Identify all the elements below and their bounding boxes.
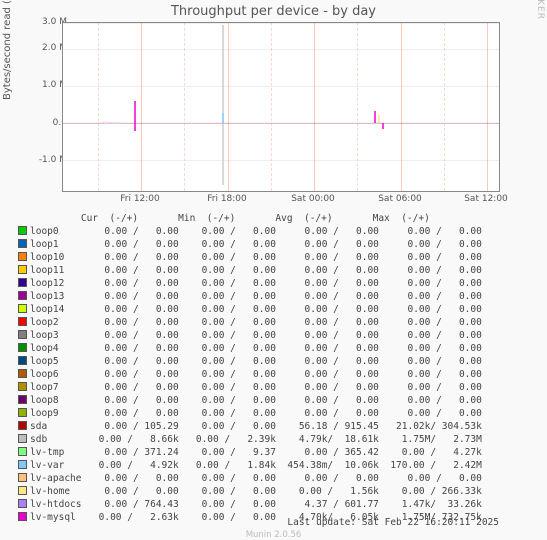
legend-swatch: [18, 252, 27, 261]
plot-area: [62, 22, 500, 192]
legend-row: loop6 0.00 / 0.00 0.00 / 0.00 0.00 / 0.0…: [18, 368, 482, 381]
munin-chart: Throughput per device - by day Bytes/sec…: [0, 0, 547, 539]
legend-row: loop5 0.00 / 0.00 0.00 / 0.00 0.00 / 0.0…: [18, 355, 482, 368]
legend-text: loop11 0.00 / 0.00 0.00 / 0.00 0.00 / 0.…: [30, 265, 482, 276]
legend-swatch: [18, 304, 27, 313]
legend-row: loop10 0.00 / 0.00 0.00 / 0.00 0.00 / 0.…: [18, 251, 482, 264]
legend-header: Cur (-/+) Min (-/+) Avg (-/+) Max (-/+): [18, 212, 482, 225]
legend-text: loop6 0.00 / 0.00 0.00 / 0.00 0.00 / 0.0…: [30, 369, 482, 380]
legend-text: sdb 0.00 / 8.66k 0.00 / 2.39k 4.79k/ 18.…: [30, 434, 482, 445]
legend-swatch: [18, 291, 27, 300]
xtick: Fri 12:00: [120, 194, 160, 204]
legend-text: loop13 0.00 / 0.00 0.00 / 0.00 0.00 / 0.…: [30, 291, 482, 302]
legend-text: loop14 0.00 / 0.00 0.00 / 0.00 0.00 / 0.…: [30, 304, 482, 315]
chart-title: Throughput per device - by day: [0, 4, 547, 19]
legend-text: lv-var 0.00 / 4.92k 0.00 / 1.84k 454.38m…: [30, 460, 482, 471]
legend-text: loop7 0.00 / 0.00 0.00 / 0.00 0.00 / 0.0…: [30, 382, 482, 393]
legend-swatch: [18, 356, 27, 365]
legend-text: loop3 0.00 / 0.00 0.00 / 0.00 0.00 / 0.0…: [30, 330, 482, 341]
legend-swatch: [18, 278, 27, 287]
legend-text: loop10 0.00 / 0.00 0.00 / 0.00 0.00 / 0.…: [30, 252, 482, 263]
legend-row: loop8 0.00 / 0.00 0.00 / 0.00 0.00 / 0.0…: [18, 394, 482, 407]
rrdtool-watermark: RRDTOOL / TOBI OETIKER: [535, 0, 545, 20]
legend-swatch: [18, 499, 27, 508]
legend-text: lv-home 0.00 / 0.00 0.00 / 0.00 0.00 / 1…: [30, 486, 482, 497]
legend-swatch: [18, 512, 27, 521]
xtick: Sat 06:00: [378, 194, 422, 204]
xtick: Sat 12:00: [464, 194, 508, 204]
legend-swatch: [18, 434, 27, 443]
legend-row: lv-var 0.00 / 4.92k 0.00 / 1.84k 454.38m…: [18, 459, 482, 472]
legend-row: loop13 0.00 / 0.00 0.00 / 0.00 0.00 / 0.…: [18, 290, 482, 303]
legend-text: loop0 0.00 / 0.00 0.00 / 0.00 0.00 / 0.0…: [30, 226, 482, 237]
legend-text: sda 0.00 / 105.29 0.00 / 0.00 56.18 / 91…: [30, 421, 482, 432]
legend-text: lv-apache 0.00 / 0.00 0.00 / 0.00 0.00 /…: [30, 473, 482, 484]
legend-swatch: [18, 460, 27, 469]
legend-row: sda 0.00 / 105.29 0.00 / 0.00 56.18 / 91…: [18, 420, 482, 433]
ytick: 0.0: [7, 118, 67, 128]
legend-swatch: [18, 382, 27, 391]
legend-text: lv-tmp 0.00 / 371.24 0.00 / 9.37 0.00 / …: [30, 447, 482, 458]
legend-swatch: [18, 421, 27, 430]
last-update: Last update: Sat Feb 22 16:20:11 2025: [287, 517, 499, 528]
legend-swatch: [18, 343, 27, 352]
xtick: Sat 00:00: [291, 194, 335, 204]
legend-swatch: [18, 226, 27, 235]
legend-row: loop12 0.00 / 0.00 0.00 / 0.00 0.00 / 0.…: [18, 277, 482, 290]
legend-text: loop5 0.00 / 0.00 0.00 / 0.00 0.00 / 0.0…: [30, 356, 482, 367]
ytick: -1.0 M: [7, 155, 67, 165]
legend-text: loop9 0.00 / 0.00 0.00 / 0.00 0.00 / 0.0…: [30, 408, 482, 419]
legend-text: loop8 0.00 / 0.00 0.00 / 0.00 0.00 / 0.0…: [30, 395, 482, 406]
legend-row: loop2 0.00 / 0.00 0.00 / 0.00 0.00 / 0.0…: [18, 316, 482, 329]
legend-text: loop12 0.00 / 0.00 0.00 / 0.00 0.00 / 0.…: [30, 278, 482, 289]
legend-table: Cur (-/+) Min (-/+) Avg (-/+) Max (-/+) …: [18, 212, 482, 524]
legend-swatch: [18, 265, 27, 274]
legend-swatch: [18, 395, 27, 404]
legend-swatch: [18, 447, 27, 456]
legend-row: lv-tmp 0.00 / 371.24 0.00 / 9.37 0.00 / …: [18, 446, 482, 459]
legend-text: loop4 0.00 / 0.00 0.00 / 0.00 0.00 / 0.0…: [30, 343, 482, 354]
xtick: Fri 18:00: [207, 194, 247, 204]
legend-row: lv-apache 0.00 / 0.00 0.00 / 0.00 0.00 /…: [18, 472, 482, 485]
legend-row: loop1 0.00 / 0.00 0.00 / 0.00 0.00 / 0.0…: [18, 238, 482, 251]
legend-row: loop9 0.00 / 0.00 0.00 / 0.00 0.00 / 0.0…: [18, 407, 482, 420]
legend-row: lv-htdocs 0.00 / 764.43 0.00 / 0.00 4.37…: [18, 498, 482, 511]
ytick: 2.0 M: [7, 43, 67, 53]
legend-swatch: [18, 239, 27, 248]
legend-swatch: [18, 408, 27, 417]
legend-swatch: [18, 369, 27, 378]
legend-text: loop1 0.00 / 0.00 0.00 / 0.00 0.00 / 0.0…: [30, 239, 482, 250]
legend-text: lv-htdocs 0.00 / 764.43 0.00 / 0.00 4.37…: [30, 499, 482, 510]
legend-row: loop0 0.00 / 0.00 0.00 / 0.00 0.00 / 0.0…: [18, 225, 482, 238]
legend-swatch: [18, 473, 27, 482]
legend-row: loop4 0.00 / 0.00 0.00 / 0.00 0.00 / 0.0…: [18, 342, 482, 355]
legend-row: lv-home 0.00 / 0.00 0.00 / 0.00 0.00 / 1…: [18, 485, 482, 498]
legend-swatch: [18, 317, 27, 326]
legend-row: loop3 0.00 / 0.00 0.00 / 0.00 0.00 / 0.0…: [18, 329, 482, 342]
legend-row: loop7 0.00 / 0.00 0.00 / 0.00 0.00 / 0.0…: [18, 381, 482, 394]
legend-swatch: [18, 486, 27, 495]
ytick: 3.0 M: [7, 17, 67, 27]
legend-text: loop2 0.00 / 0.00 0.00 / 0.00 0.00 / 0.0…: [30, 317, 482, 328]
ytick: 1.0 M: [7, 80, 67, 90]
legend-row: loop14 0.00 / 0.00 0.00 / 0.00 0.00 / 0.…: [18, 303, 482, 316]
legend-row: sdb 0.00 / 8.66k 0.00 / 2.39k 4.79k/ 18.…: [18, 433, 482, 446]
legend-swatch: [18, 330, 27, 339]
legend-row: loop11 0.00 / 0.00 0.00 / 0.00 0.00 / 0.…: [18, 264, 482, 277]
